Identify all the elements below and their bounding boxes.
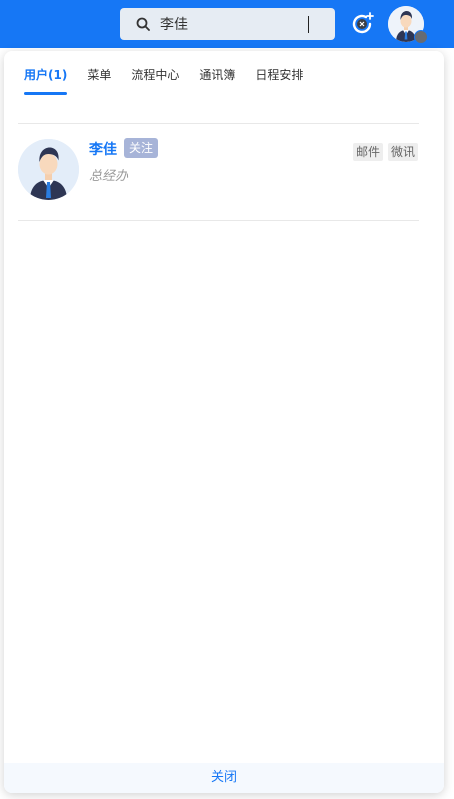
tab-schedule[interactable]: 日程安排 bbox=[255, 65, 303, 93]
tab-menu[interactable]: 菜单 bbox=[87, 65, 111, 93]
result-avatar[interactable] bbox=[18, 139, 79, 200]
tab-users[interactable]: 用户(1) bbox=[24, 65, 68, 95]
tabs-divider bbox=[18, 123, 419, 124]
message-button[interactable]: 微讯 bbox=[388, 143, 419, 161]
search-box[interactable] bbox=[120, 8, 335, 40]
tab-address-book[interactable]: 通讯簿 bbox=[199, 65, 235, 93]
top-bar bbox=[0, 0, 454, 48]
search-icon bbox=[136, 17, 150, 31]
user-avatar-icon bbox=[18, 139, 79, 200]
refresh-add-button[interactable] bbox=[346, 8, 378, 40]
refresh-add-icon bbox=[352, 12, 374, 34]
result-department: 总经办 bbox=[89, 169, 129, 184]
email-button[interactable]: 邮件 bbox=[353, 143, 384, 161]
text-caret bbox=[308, 16, 309, 33]
search-results-panel: 用户(1) 菜单 流程中心 通讯簿 日程安排 李佳 关注 总经办 邮件 微讯 关… bbox=[4, 51, 444, 793]
close-button[interactable]: 关闭 bbox=[4, 763, 444, 793]
tab-workflow-center[interactable]: 流程中心 bbox=[131, 65, 179, 93]
status-badge bbox=[414, 30, 428, 44]
search-input[interactable] bbox=[160, 16, 310, 32]
result-user-name[interactable]: 李佳 bbox=[89, 139, 117, 159]
result-tabs: 用户(1) 菜单 流程中心 通讯簿 日程安排 bbox=[24, 65, 323, 95]
follow-button[interactable]: 关注 bbox=[124, 138, 159, 158]
result-divider bbox=[18, 220, 419, 221]
